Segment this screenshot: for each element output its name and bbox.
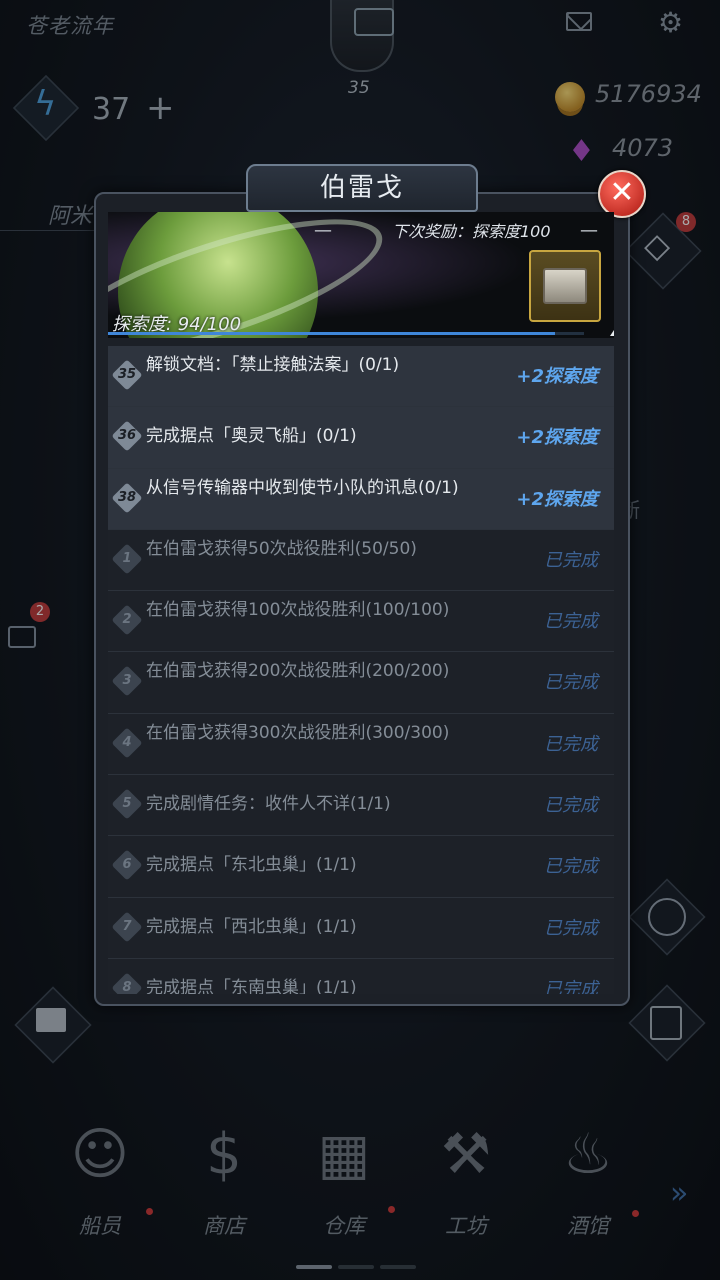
task-description: 在伯雷戈获得300次战役胜利(300/300): [146, 722, 450, 743]
task-description: 完成据点「奥灵飞船」(0/1): [146, 426, 357, 447]
reward-dash-left: —: [314, 220, 332, 241]
task-description: 完成据点「西北虫巢」(1/1): [146, 916, 357, 937]
task-row[interactable]: 38 从信号传输器中收到使节小队的讯息(0/1) +2探索度: [108, 468, 614, 530]
planet-banner: — 下次奖励：探索度100 — 探索度: 94/100: [108, 212, 614, 338]
task-row[interactable]: 7 完成据点「西北虫巢」(1/1) 已完成: [108, 897, 614, 959]
task-list[interactable]: 35 解锁文档：「禁止接触法案」(0/1) +2探索度 36 完成据点「奥灵飞船」(0/…: [108, 346, 614, 994]
task-number: 1: [122, 550, 132, 566]
next-reward-label: 下次奖励：探索度100: [392, 222, 551, 241]
task-status: 已完成: [544, 856, 598, 878]
task-description: 在伯雷戈获得50次战役胜利(50/50): [146, 538, 417, 559]
task-number: 3: [122, 673, 132, 689]
reward-dash-right: —: [580, 220, 598, 241]
task-row[interactable]: 8 完成据点「东南虫巢」(1/1) 已完成: [108, 958, 614, 994]
task-row[interactable]: 5 完成剧情任务：收件人不详(1/1) 已完成: [108, 775, 614, 837]
task-number: 35: [117, 367, 137, 382]
chest-icon: [543, 268, 587, 304]
task-status: 已完成: [544, 917, 598, 939]
task-row[interactable]: 3 在伯雷戈获得200次战役胜利(200/200) 已完成: [108, 652, 614, 714]
task-status: 已完成: [544, 795, 598, 817]
task-row[interactable]: 2 在伯雷戈获得100次战役胜利(100/100) 已完成: [108, 591, 614, 653]
task-status: 已完成: [544, 672, 598, 694]
task-description: 完成据点「东北虫巢」(1/1): [146, 855, 357, 876]
task-row[interactable]: 1 在伯雷戈获得50次战役胜利(50/50) 已完成: [108, 529, 614, 592]
task-number: 36: [117, 428, 137, 444]
task-row[interactable]: 36 完成据点「奥灵飞船」(0/1) +2探索度: [108, 407, 614, 469]
task-number: 8: [122, 979, 132, 994]
task-row[interactable]: 6 完成据点「东北虫巢」(1/1) 已完成: [108, 836, 614, 898]
task-description: 完成剧情任务：收件人不详(1/1): [146, 794, 391, 815]
task-status: 已完成: [544, 733, 598, 755]
task-number: 38: [117, 489, 137, 505]
dialog-title: 伯雷戈: [319, 173, 404, 203]
task-number: 2: [122, 612, 132, 628]
task-description: 在伯雷戈获得200次战役胜利(200/200): [146, 661, 450, 682]
exploration-progress-fill: [108, 332, 556, 335]
task-row[interactable]: 4 在伯雷戈获得300次战役胜利(300/300) 已完成: [108, 713, 614, 776]
task-number: 6: [122, 857, 132, 873]
task-status: +2探索度: [516, 366, 598, 387]
task-description: 完成据点「东南虫巢」(1/1): [146, 977, 357, 994]
task-status: +2探索度: [516, 488, 598, 510]
task-row[interactable]: 35 解锁文档：「禁止接触法案」(0/1) +2探索度: [108, 346, 614, 408]
task-status: +2探索度: [516, 427, 598, 449]
close-icon: ✕: [609, 175, 635, 210]
task-description: 解锁文档：「禁止接触法案」(0/1): [146, 355, 400, 375]
task-description: 从信号传输器中收到使节小队的讯息(0/1): [146, 477, 459, 498]
task-number: 5: [122, 796, 132, 812]
reward-chest-button[interactable]: [529, 250, 601, 322]
task-number: 4: [122, 734, 132, 750]
close-button[interactable]: ✕: [598, 170, 646, 218]
dialog-title-tab: 伯雷戈: [246, 164, 478, 212]
exploration-progress-bar: [108, 332, 584, 335]
task-number: 7: [122, 918, 132, 934]
progress-marker: [610, 330, 614, 336]
task-status: 已完成: [544, 978, 598, 994]
task-description: 在伯雷戈获得100次战役胜利(100/100): [146, 600, 450, 621]
task-status: 已完成: [544, 611, 598, 633]
task-status: 已完成: [544, 549, 598, 571]
